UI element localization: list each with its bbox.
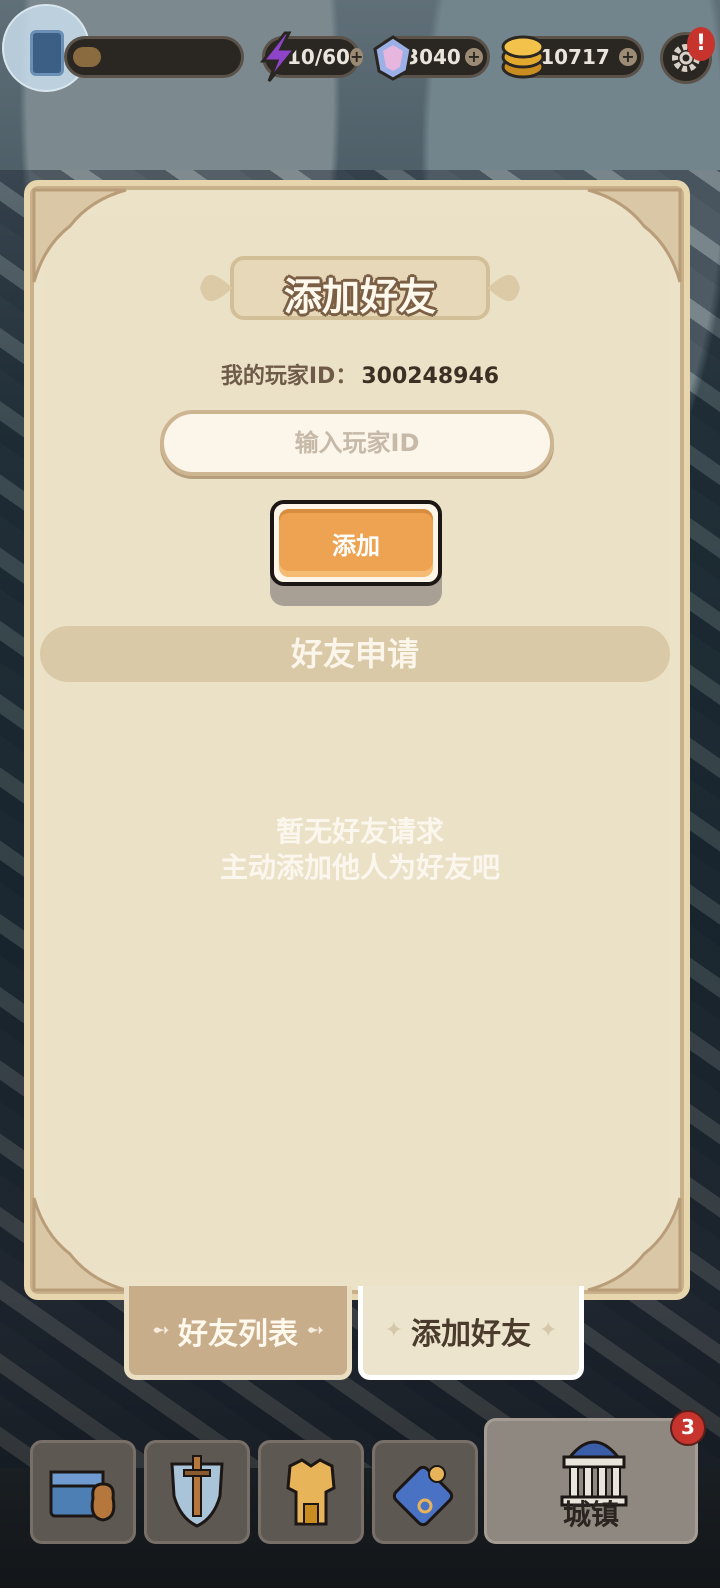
tab-friend-list[interactable]: ➻ 好友列表 ➻ bbox=[124, 1286, 352, 1380]
gem-icon bbox=[373, 35, 413, 81]
empty-requests-hint: 主动添加他人为好友吧 bbox=[219, 851, 500, 884]
xp-bar-fill bbox=[73, 47, 101, 67]
avatar-portrait-icon bbox=[30, 30, 64, 76]
xp-bar bbox=[64, 36, 244, 78]
settings-button[interactable]: ! bbox=[660, 27, 715, 84]
energy-counter[interactable]: 10/60 + bbox=[259, 31, 364, 82]
player-id-input[interactable] bbox=[160, 410, 554, 476]
coin-plus-icon[interactable]: + bbox=[619, 48, 637, 66]
map-icon bbox=[392, 1465, 454, 1527]
my-player-id: 我的玩家ID： 300248946 bbox=[0, 358, 720, 390]
nav-equipment[interactable] bbox=[144, 1440, 250, 1544]
title-banner: 添加好友 bbox=[196, 252, 524, 324]
chest-icon bbox=[49, 1470, 116, 1522]
energy-plus-icon[interactable]: + bbox=[349, 48, 364, 66]
empty-requests-text: 暂无好友请求 bbox=[275, 815, 444, 848]
corner-ornament-icon bbox=[32, 188, 127, 283]
tab-friend-list-label: 好友列表 bbox=[178, 1316, 298, 1352]
add-friend-panel bbox=[24, 180, 690, 1300]
tab-ornament-left-icon: ✦ bbox=[384, 1318, 403, 1343]
corner-ornament-icon bbox=[587, 188, 682, 283]
lightning-icon bbox=[259, 31, 299, 82]
panel-title: 添加好友 bbox=[283, 275, 436, 319]
settings-alert-badge: ! bbox=[687, 27, 715, 61]
add-button[interactable]: 添加 bbox=[270, 500, 442, 586]
nav-town-label: 城镇 bbox=[562, 1498, 619, 1531]
tab-ornament-right-icon: ➻ bbox=[306, 1318, 325, 1343]
friend-requests-header: 好友申请 bbox=[40, 626, 670, 682]
tab-add-friend-label: 添加好友 bbox=[411, 1316, 531, 1352]
tab-add-friend[interactable]: ✦ 添加好友 ✦ bbox=[358, 1286, 584, 1380]
my-id-value: 300248946 bbox=[361, 364, 500, 389]
coin-stack-icon bbox=[501, 35, 545, 79]
nav-armor[interactable] bbox=[258, 1440, 364, 1544]
gem-counter[interactable]: 3040 + bbox=[373, 35, 490, 81]
corner-ornament-icon bbox=[587, 1197, 682, 1292]
nav-inventory[interactable] bbox=[30, 1440, 136, 1544]
nav-town[interactable]: 城镇 bbox=[484, 1418, 698, 1544]
armor-icon bbox=[286, 1458, 336, 1526]
town-notification-badge: 3 bbox=[670, 1410, 706, 1446]
sword-shield-icon bbox=[170, 1455, 224, 1528]
add-button-label: 添加 bbox=[279, 509, 433, 577]
tab-ornament-right-icon: ✦ bbox=[539, 1318, 558, 1343]
gem-plus-icon[interactable]: + bbox=[465, 48, 483, 66]
corner-ornament-icon bbox=[32, 1197, 127, 1292]
my-id-label: 我的玩家ID： bbox=[220, 364, 358, 389]
coin-counter[interactable]: 10717 + bbox=[501, 35, 644, 79]
tab-ornament-left-icon: ➻ bbox=[151, 1318, 170, 1343]
nav-map[interactable] bbox=[372, 1440, 478, 1544]
